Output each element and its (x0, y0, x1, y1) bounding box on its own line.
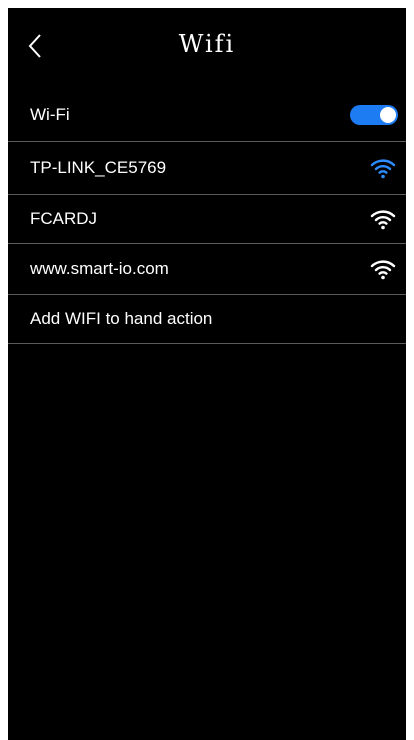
wifi-icon (370, 159, 396, 179)
wifi-settings-screen: Wifi Wi-Fi TP-LINK_CE5769 FCARDJ www.sma… (8, 8, 406, 740)
wifi-toggle-label: Wi-Fi (30, 104, 70, 124)
wifi-toggle-switch[interactable] (350, 104, 398, 125)
network-item[interactable]: FCARDJ (8, 195, 406, 244)
add-wifi-label: Add WIFI to hand action (30, 309, 213, 328)
network-item[interactable]: www.smart-io.com (8, 244, 406, 295)
add-wifi-item[interactable]: Add WIFI to hand action (8, 295, 406, 344)
wifi-toggle-row: Wi-Fi (8, 88, 406, 142)
network-ssid: TP-LINK_CE5769 (30, 158, 167, 177)
network-ssid: www.smart-io.com (30, 259, 169, 278)
toggle-knob (380, 106, 396, 123)
page-title: Wifi (178, 30, 236, 58)
wifi-icon (370, 210, 396, 230)
chevron-left-icon (28, 34, 41, 58)
network-item[interactable]: TP-LINK_CE5769 (8, 142, 406, 195)
network-ssid: FCARDJ (30, 209, 98, 228)
back-button[interactable] (24, 32, 48, 60)
header: Wifi (8, 8, 406, 88)
wifi-icon (370, 260, 396, 280)
